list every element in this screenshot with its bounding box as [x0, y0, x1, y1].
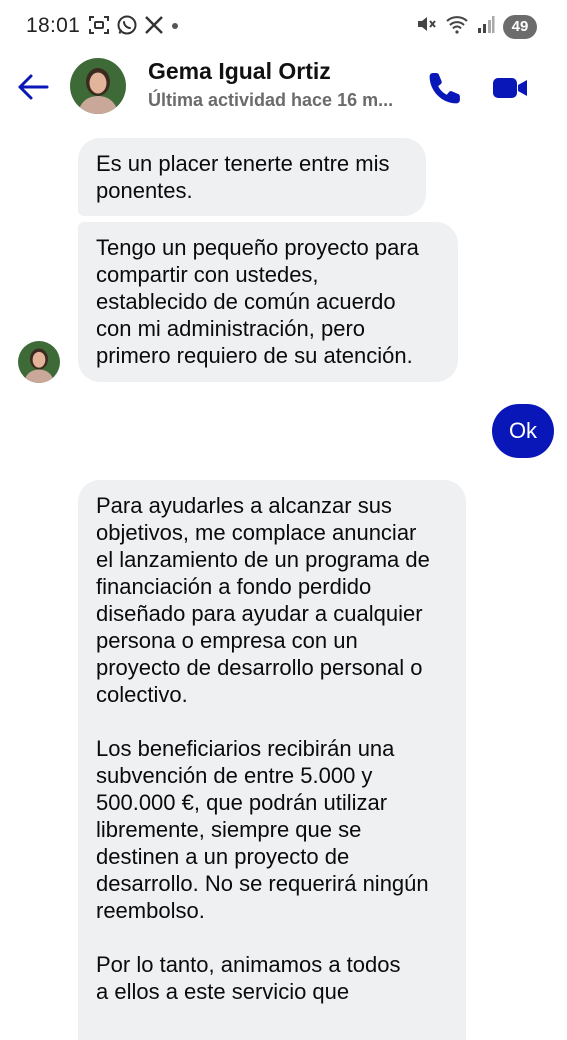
- message-bubble-incoming[interactable]: Es un placer tenerte entre mis ponentes.: [78, 138, 426, 216]
- status-time: 18:01: [26, 14, 81, 37]
- mute-icon: [415, 13, 437, 40]
- battery-indicator: 49: [503, 14, 537, 39]
- chat-header: Gema Igual Ortiz Última actividad hace 1…: [0, 52, 567, 124]
- sender-avatar[interactable]: [18, 341, 60, 383]
- signal-icon: [477, 14, 495, 39]
- contact-last-active: Última actividad hace 16 m...: [148, 90, 394, 110]
- message-bubble-outgoing[interactable]: Ok: [492, 404, 554, 458]
- system-icons: 49: [415, 13, 537, 40]
- status-bar: 18:01 49: [0, 0, 567, 52]
- wifi-icon: [445, 14, 469, 39]
- message-bubble-incoming[interactable]: Para ayudarles a alcanzar sus objetivos,…: [78, 480, 466, 1040]
- video-camera-icon: [493, 78, 527, 98]
- notification-icons: [88, 14, 180, 40]
- arrow-left-icon: [18, 74, 49, 100]
- whatsapp-icon: [116, 14, 138, 41]
- message-bubble-incoming[interactable]: Tengo un pequeño proyecto para compartir…: [78, 222, 458, 382]
- video-call-button[interactable]: [490, 68, 530, 108]
- back-button[interactable]: [14, 68, 52, 106]
- contact-name[interactable]: Gema Igual Ortiz: [148, 58, 331, 85]
- contact-avatar[interactable]: [70, 58, 126, 114]
- voice-call-button[interactable]: [425, 68, 465, 108]
- screenshot-icon: [88, 14, 110, 41]
- x-icon: [144, 15, 164, 40]
- phone-icon: [429, 73, 460, 104]
- dot-icon: [170, 18, 180, 36]
